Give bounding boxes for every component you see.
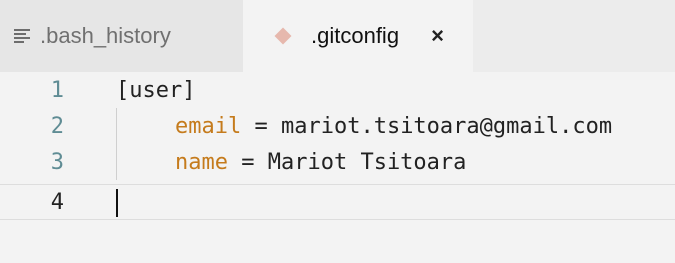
config-key: name	[175, 149, 228, 175]
line-number: 4	[50, 189, 64, 215]
close-icon[interactable]: ×	[431, 23, 444, 49]
config-value: Mariot Tsitoara	[267, 149, 467, 175]
line-text: email = mariot.tsitoara@gmail.com	[175, 114, 612, 139]
line-text: [user]	[116, 77, 196, 103]
tab-gitconfig[interactable]: .gitconfig ×	[243, 0, 473, 72]
tab-label: .gitconfig	[311, 23, 400, 48]
code-line: 3 name = Mariot Tsitoara	[0, 144, 675, 180]
code-line: 1 [user]	[0, 72, 675, 108]
line-number: 2	[50, 113, 64, 139]
config-value: mariot.tsitoara@gmail.com	[280, 113, 613, 139]
line-number: 3	[50, 149, 64, 175]
tab-bar: .bash_history .gitconfig ×	[0, 0, 675, 72]
tab-bash-history[interactable]: .bash_history	[0, 0, 243, 72]
line-text: name = Mariot Tsitoara	[175, 150, 466, 175]
code-editor[interactable]: 1 [user] 2 email = mariot.tsitoara@gmail…	[0, 72, 675, 263]
tab-label: .bash_history	[40, 23, 171, 48]
operator: =	[227, 149, 268, 175]
text-cursor	[116, 189, 118, 217]
lines-icon	[14, 28, 30, 44]
operator: =	[241, 113, 281, 139]
line-number: 1	[50, 77, 64, 103]
code-line-current: 4	[0, 184, 675, 220]
diamond-icon	[274, 27, 292, 45]
code-line: 2 email = mariot.tsitoara@gmail.com	[0, 108, 675, 144]
config-key: email	[175, 113, 242, 139]
